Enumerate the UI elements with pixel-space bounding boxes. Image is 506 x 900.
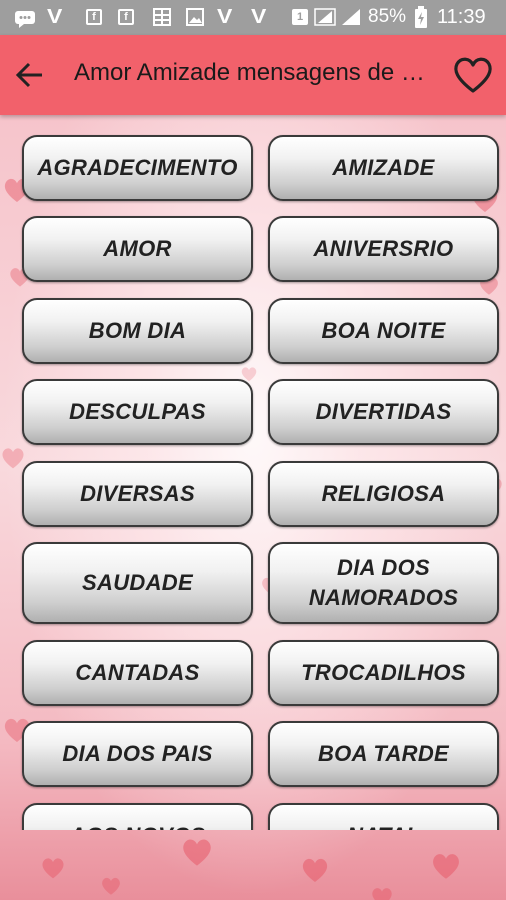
category-button[interactable]: AMIZADE bbox=[268, 135, 499, 201]
category-grid[interactable]: AGRADECIMENTO AMIZADE AMOR ANIVERSRIO BOM DI… bbox=[0, 115, 506, 830]
battery-charging-icon bbox=[414, 6, 428, 28]
back-button[interactable] bbox=[14, 57, 54, 93]
signal-icon bbox=[340, 7, 362, 27]
category-button[interactable]: DIVERTIDAS bbox=[268, 379, 499, 445]
favorite-button[interactable] bbox=[452, 55, 494, 95]
message-icon bbox=[14, 9, 36, 29]
category-button[interactable]: BOA TARDE bbox=[268, 721, 499, 787]
signal-icon bbox=[314, 7, 336, 27]
heart-outline-icon bbox=[452, 57, 494, 99]
category-button[interactable]: DIA DOS NAMORADOS bbox=[268, 542, 499, 624]
category-button[interactable]: SAUDADE bbox=[22, 542, 253, 624]
battery-percent: 85% bbox=[368, 6, 407, 27]
background-footer bbox=[0, 830, 506, 900]
category-button[interactable]: NATAL bbox=[268, 803, 499, 830]
status-bar: V f f V V 1 85% 11:39 bbox=[0, 0, 506, 35]
category-button[interactable]: AMOR bbox=[22, 216, 253, 282]
category-button[interactable]: AOS NOVOS bbox=[22, 803, 253, 830]
viber-icon: V bbox=[250, 5, 267, 28]
facebook-icon: f bbox=[118, 7, 134, 27]
sim-1-icon: 1 bbox=[292, 7, 308, 27]
category-button[interactable]: DIA DOS PAIS bbox=[22, 721, 253, 787]
arrow-back-icon bbox=[14, 62, 44, 97]
category-button[interactable]: BOA NOITE bbox=[268, 298, 499, 364]
category-button[interactable]: BOM DIA bbox=[22, 298, 253, 364]
category-button[interactable]: CANTADAS bbox=[22, 640, 253, 706]
viber-icon: V bbox=[216, 5, 233, 28]
content-area: AGRADECIMENTO AMIZADE AMOR ANIVERSRIO BOM DI… bbox=[0, 115, 506, 900]
viber-icon: V bbox=[46, 5, 63, 28]
app-screen: V f f V V 1 85% 11:39 Amor Amizade mensa bbox=[0, 0, 506, 900]
app-bar: Amor Amizade mensagens de Carinho bbox=[0, 35, 506, 115]
facebook-icon: f bbox=[86, 7, 102, 27]
category-button[interactable]: RELIGIOSA bbox=[268, 461, 499, 527]
category-button[interactable]: DIVERSAS bbox=[22, 461, 253, 527]
category-button[interactable]: TROCADILHOS bbox=[268, 640, 499, 706]
category-button[interactable]: DESCULPAS bbox=[22, 379, 253, 445]
clock: 11:39 bbox=[437, 6, 486, 28]
category-button[interactable]: ANIVERSRIO bbox=[268, 216, 499, 282]
photo-icon bbox=[186, 7, 204, 27]
category-button[interactable]: AGRADECIMENTO bbox=[22, 135, 253, 201]
gallery-icon bbox=[152, 7, 172, 27]
page-title: Amor Amizade mensagens de Carinho bbox=[74, 59, 439, 86]
